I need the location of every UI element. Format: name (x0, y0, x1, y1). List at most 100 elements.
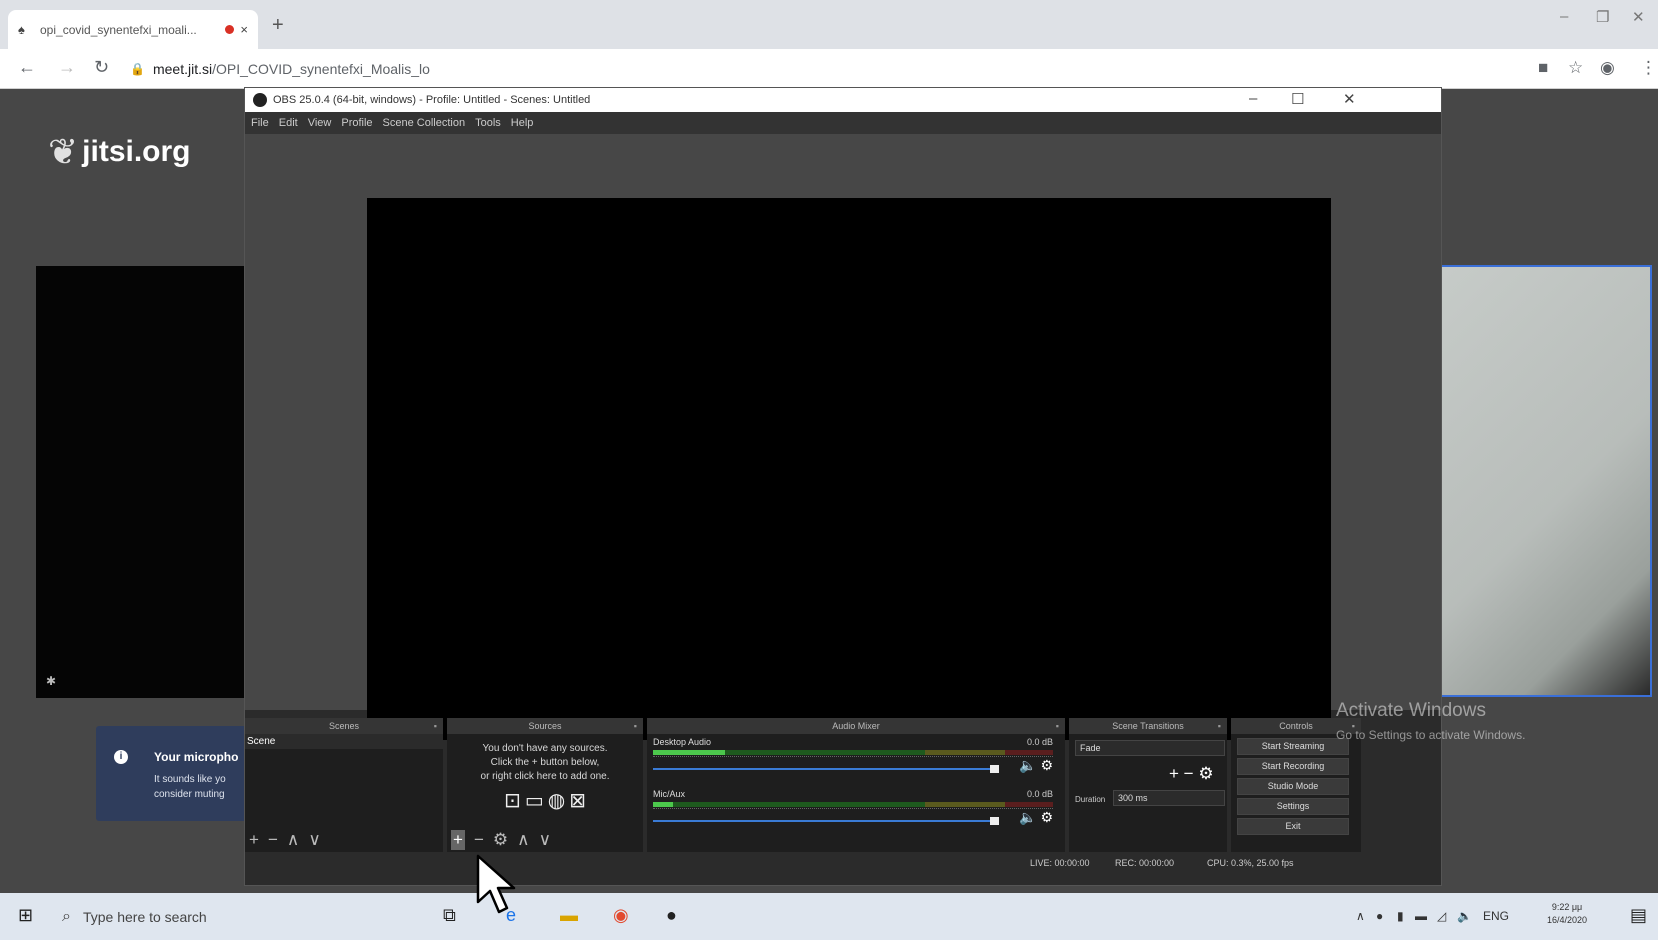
exit-button[interactable]: Exit (1237, 818, 1349, 835)
slider-handle[interactable] (990, 817, 999, 825)
sources-toolbar: + − ⚙ ∧ ∨ (451, 828, 560, 852)
tray-mic-icon[interactable]: ▮ (1397, 909, 1404, 923)
studio-mode-button[interactable]: Studio Mode (1237, 778, 1349, 795)
add-scene-button[interactable]: + (249, 830, 259, 850)
settings-button[interactable]: Settings (1237, 798, 1349, 815)
start-recording-button[interactable]: Start Recording (1237, 758, 1349, 775)
menu-view[interactable]: View (308, 117, 332, 129)
channel-name: Mic/Aux (653, 789, 686, 799)
transition-gear-icon[interactable]: ⚙ (1198, 764, 1213, 783)
move-up-button[interactable]: ∧ (517, 830, 529, 850)
channel-gear-icon[interactable]: ⚙ (1040, 809, 1053, 825)
tray-language[interactable]: ENG (1483, 909, 1509, 923)
jitsi-favicon-icon: ♠ (18, 21, 25, 37)
menu-help[interactable]: Help (511, 117, 534, 129)
tray-battery-icon[interactable]: ▬ (1415, 909, 1427, 923)
mixer-channel-desktop: Desktop Audio 0.0 dB 🔈 ⚙ (653, 737, 1053, 773)
browser-tab-strip: ♠ opi_covid_synentefxi_moali... × + – ❐ … (0, 0, 1658, 49)
add-transition-button[interactable]: + (1169, 764, 1179, 783)
camera-in-use-icon[interactable]: ■ (1538, 58, 1548, 78)
tray-volume-icon[interactable]: 🔈 (1457, 909, 1472, 923)
list-item[interactable]: Scene (245, 734, 443, 749)
dock-float-icon[interactable]: ▪ (1056, 718, 1059, 734)
address-bar[interactable]: 🔒 meet.jit.si /OPI_COVID_synentefxi_Moal… (130, 55, 1510, 83)
obs-taskbar-icon[interactable]: ● (666, 905, 677, 926)
obs-preview-canvas[interactable] (367, 198, 1331, 740)
duration-label: Duration (1075, 795, 1106, 804)
tab-close-button[interactable]: × (240, 22, 248, 37)
tray-obs-icon[interactable]: ● (1376, 909, 1383, 923)
tray-chevron-icon[interactable]: ∧ (1356, 909, 1365, 923)
taskbar-search-box[interactable]: ⌕ Type here to search (62, 893, 207, 940)
obs-titlebar[interactable]: OBS 25.0.4 (64-bit, windows) - Profile: … (245, 88, 1441, 112)
meter-scale (653, 808, 1053, 815)
reload-icon[interactable]: ↻ (94, 57, 109, 78)
menu-profile[interactable]: Profile (341, 117, 372, 129)
scenes-toolbar: + − ∧ ∨ (249, 828, 330, 852)
obs-minimize-button[interactable]: – (1249, 90, 1257, 107)
source-properties-gear-icon[interactable]: ⚙ (493, 830, 508, 850)
channel-gear-icon[interactable]: ⚙ (1040, 757, 1053, 773)
jitsi-logo[interactable]: ❦ jitsi.org (48, 131, 191, 173)
profile-avatar-icon[interactable]: ◉ (1600, 58, 1615, 78)
browser-maximize-button[interactable]: ❐ (1596, 8, 1609, 26)
bookmark-star-icon[interactable]: ☆ (1568, 58, 1583, 78)
obs-close-button[interactable]: ✕ (1343, 90, 1356, 108)
dock-float-icon[interactable]: ▪ (634, 718, 637, 734)
remove-scene-button[interactable]: − (268, 830, 278, 850)
menu-tools[interactable]: Tools (475, 117, 501, 129)
dock-float-icon[interactable]: ▪ (434, 718, 437, 734)
scenes-dock: Scenes ▪ Scene + − ∧ ∨ (245, 718, 443, 852)
scene-transitions-dock: Scene Transitions ▪ Fade + − ⚙ Duration … (1069, 718, 1227, 852)
clock-time: 9:22 μμ (1551, 902, 1583, 912)
menu-scene-collection[interactable]: Scene Collection (383, 117, 466, 129)
browser-toolbar: ← → ↻ 🔒 meet.jit.si /OPI_COVID_synentefx… (0, 49, 1658, 89)
volume-slider[interactable] (653, 765, 999, 773)
participant-video-tile[interactable] (1440, 265, 1652, 697)
notifications-icon[interactable]: ▤ (1630, 905, 1647, 926)
chrome-icon[interactable]: ◉ (613, 905, 629, 926)
browser-minimize-button[interactable]: – (1560, 8, 1568, 25)
move-down-button[interactable]: ∨ (308, 830, 320, 850)
clock-date: 16/4/2020 (1547, 915, 1588, 925)
sources-list[interactable]: You don't have any sources. Click the + … (447, 734, 643, 852)
task-view-icon[interactable]: ⧉ (443, 905, 456, 926)
duration-input[interactable]: 300 ms (1113, 790, 1225, 806)
tray-wifi-icon[interactable]: ◿ (1437, 909, 1446, 923)
obs-maximize-button[interactable]: ☐ (1291, 90, 1304, 108)
meter-scale (653, 756, 1053, 763)
transitions-body: Fade + − ⚙ Duration 300 ms (1069, 734, 1227, 852)
jitsi-logo-text: jitsi.org (82, 135, 191, 168)
browser-close-button[interactable]: ✕ (1632, 8, 1645, 26)
move-up-button[interactable]: ∧ (287, 830, 299, 850)
slider-handle[interactable] (990, 765, 999, 773)
jitsi-leaf-icon: ❦ (48, 131, 79, 172)
cpu-fps-status: CPU: 0.3%, 25.00 fps (1207, 858, 1294, 868)
add-source-button[interactable]: + (451, 830, 465, 850)
rec-timer: REC: 00:00:00 (1115, 858, 1175, 868)
browser-menu-icon[interactable]: ⋮ (1640, 58, 1657, 78)
taskbar-clock[interactable]: 9:22 μμ 16/4/2020 (1547, 901, 1587, 927)
microphone-notification[interactable]: i Your micropho It sounds like yo consid… (96, 726, 251, 821)
forward-arrow-icon[interactable]: → (58, 57, 76, 78)
windows-start-icon[interactable]: ⊞ (18, 905, 33, 926)
transition-buttons: + − ⚙ (1169, 764, 1214, 784)
file-explorer-icon[interactable]: ▬ (560, 905, 578, 926)
speaker-icon[interactable]: 🔈 (1019, 809, 1036, 825)
speaker-icon[interactable]: 🔈 (1019, 757, 1036, 773)
volume-slider[interactable] (653, 817, 999, 825)
dock-float-icon[interactable]: ▪ (1218, 718, 1221, 734)
browser-tab[interactable]: ♠ opi_covid_synentefxi_moali... × (8, 10, 258, 49)
menu-file[interactable]: File (251, 117, 269, 129)
back-arrow-icon[interactable]: ← (18, 57, 36, 78)
local-video-tile[interactable]: ✱ (36, 266, 251, 698)
remove-source-button[interactable]: − (474, 830, 484, 850)
remove-transition-button[interactable]: − (1184, 764, 1194, 783)
menu-edit[interactable]: Edit (279, 117, 298, 129)
start-streaming-button[interactable]: Start Streaming (1237, 738, 1349, 755)
volume-meter (653, 750, 1053, 755)
transition-select[interactable]: Fade (1075, 740, 1225, 756)
mouse-cursor-icon (476, 854, 516, 914)
new-tab-button[interactable]: + (272, 14, 284, 37)
move-down-button[interactable]: ∨ (539, 830, 551, 850)
